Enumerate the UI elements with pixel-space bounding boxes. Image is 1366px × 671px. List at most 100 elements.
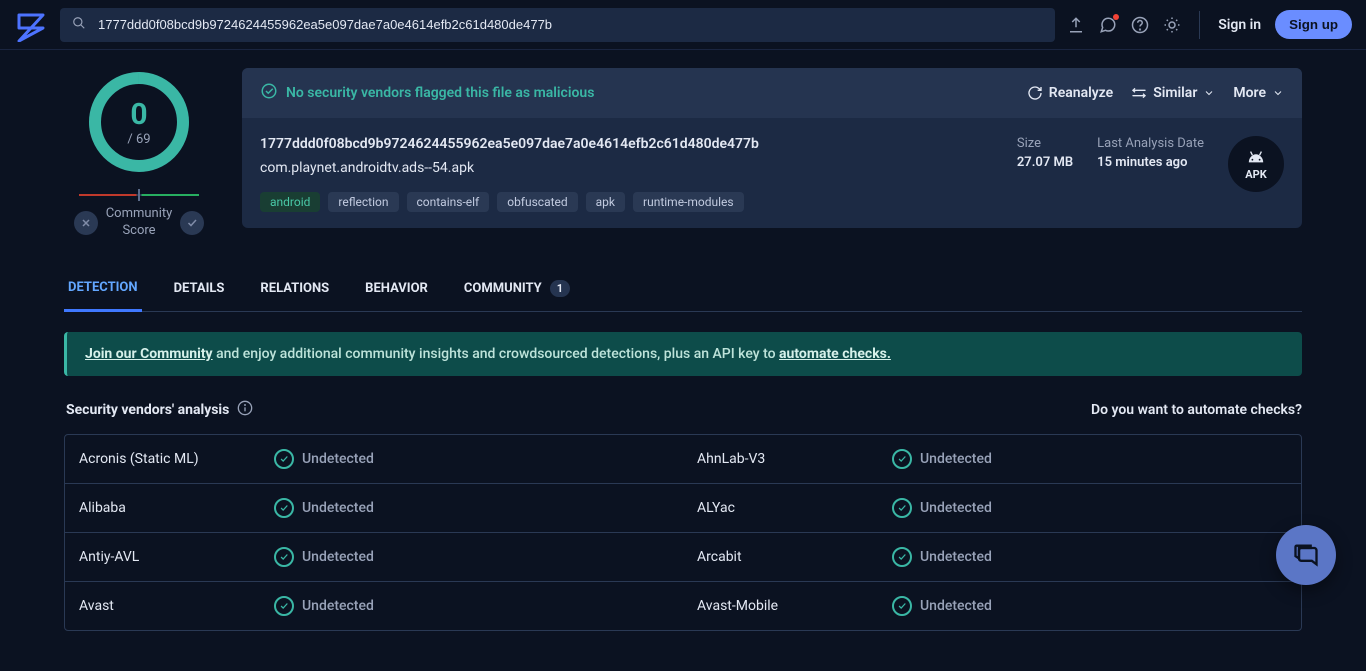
undetected-icon	[892, 498, 912, 518]
meta-last-analysis: Last Analysis Date 15 minutes ago	[1097, 136, 1204, 170]
banner-text: and enjoy additional community insights …	[213, 346, 779, 362]
tab-behavior[interactable]: BEHAVIOR	[361, 269, 432, 310]
hash-file-block: 1777ddd0f08bcd9b9724624455962ea5e097dae7…	[260, 136, 993, 212]
vendor-name: Acronis (Static ML)	[79, 451, 274, 467]
vendor-cell: Antiy-AVL Undetected	[65, 533, 683, 581]
vote-down-icon[interactable]	[74, 211, 98, 235]
search-input[interactable]	[96, 16, 1043, 33]
undetected-icon	[274, 498, 294, 518]
vendor-cell: Avast Undetected	[65, 582, 683, 630]
vote-up-icon[interactable]	[180, 211, 204, 235]
top-nav: Sign in Sign up	[0, 0, 1366, 50]
reanalyze-button[interactable]: Reanalyze	[1027, 85, 1113, 101]
join-community-link[interactable]: Join our Community	[85, 346, 213, 362]
vendor-cell: Acronis (Static ML) Undetected	[65, 435, 683, 483]
score-total: / 69	[127, 132, 150, 147]
search-bar[interactable]	[60, 8, 1055, 42]
vendor-status: Undetected	[920, 598, 1287, 614]
more-button[interactable]: More	[1233, 85, 1284, 101]
tab-detection[interactable]: DETECTION	[64, 268, 142, 312]
chat-fab[interactable]	[1276, 525, 1336, 585]
score-column: 0 / 69 Community Score	[64, 68, 214, 240]
search-icon	[72, 16, 86, 34]
vendor-name: Avast-Mobile	[697, 598, 892, 614]
meta-size: Size 27.07 MB	[1017, 136, 1073, 170]
vendor-name: Alibaba	[79, 500, 274, 516]
tag[interactable]: contains-elf	[407, 192, 490, 212]
undetected-icon	[274, 547, 294, 567]
help-icon[interactable]	[1131, 16, 1149, 34]
automate-checks-link[interactable]: automate checks.	[779, 346, 891, 362]
undetected-icon	[274, 449, 294, 469]
signin-link[interactable]: Sign in	[1218, 17, 1261, 33]
file-name: com.playnet.androidtv.ads--54.apk	[260, 160, 993, 176]
tag[interactable]: runtime-modules	[633, 192, 744, 212]
vendor-name: Antiy-AVL	[79, 549, 274, 565]
file-hash: 1777ddd0f08bcd9b9724624455962ea5e097dae7…	[260, 136, 993, 152]
undetected-icon	[274, 596, 294, 616]
shield-check-icon	[260, 82, 278, 104]
similar-button[interactable]: Similar	[1131, 85, 1215, 101]
info-icon[interactable]	[237, 400, 253, 420]
chevron-down-icon	[1203, 87, 1215, 99]
filetype-badge: APK	[1228, 136, 1284, 192]
score-ring: 0 / 69	[85, 68, 193, 176]
flag-message: No security vendors flagged this file as…	[260, 82, 594, 104]
tab-details[interactable]: DETAILS	[170, 269, 229, 310]
badge-count: 1	[550, 280, 570, 297]
vendor-cell: ALYac Undetected	[683, 484, 1301, 532]
tag[interactable]: android	[260, 192, 320, 212]
score-value: 0	[130, 97, 147, 132]
notifications-icon[interactable]	[1099, 16, 1117, 34]
tab-community[interactable]: COMMUNITY1	[460, 268, 574, 311]
vendor-row: Alibaba Undetected ALYac Undetected	[65, 483, 1301, 532]
vendor-name: Arcabit	[697, 549, 892, 565]
community-bar	[79, 194, 199, 196]
vendor-status: Undetected	[920, 451, 1287, 467]
tag[interactable]: apk	[586, 192, 625, 212]
vendor-row: Avast Undetected Avast-Mobile Undetected	[65, 581, 1301, 630]
summary-row: 0 / 69 Community Score	[64, 68, 1302, 240]
tab-relations[interactable]: RELATIONS	[256, 269, 333, 310]
automate-checks-question[interactable]: Do you want to automate checks?	[1091, 402, 1302, 418]
panel-body: 1777ddd0f08bcd9b9724624455962ea5e097dae7…	[242, 118, 1302, 228]
tag[interactable]: reflection	[328, 192, 398, 212]
vendor-status: Undetected	[302, 500, 669, 516]
android-icon	[1245, 148, 1267, 166]
vendor-table: Acronis (Static ML) Undetected AhnLab-V3 Un…	[64, 434, 1302, 631]
vendor-cell: Arcabit Undetected	[683, 533, 1301, 581]
panel-header: No security vendors flagged this file as…	[242, 68, 1302, 118]
undetected-icon	[892, 547, 912, 567]
tag[interactable]: obfuscated	[497, 192, 577, 212]
vendor-cell: Avast-Mobile Undetected	[683, 582, 1301, 630]
vendor-cell: AhnLab-V3 Undetected	[683, 435, 1301, 483]
vendor-status: Undetected	[302, 451, 669, 467]
vendor-row: Antiy-AVL Undetected Arcabit Undetected	[65, 532, 1301, 581]
summary-panel: No security vendors flagged this file as…	[242, 68, 1302, 228]
vendor-name: Avast	[79, 598, 274, 614]
notification-dot	[1113, 14, 1119, 20]
vendor-status: Undetected	[302, 549, 669, 565]
community-score-row: Community Score	[74, 206, 205, 240]
undetected-icon	[892, 449, 912, 469]
nav-icons: Sign in Sign up	[1067, 10, 1352, 39]
tabs: DETECTION DETAILS RELATIONS BEHAVIOR COMMUNI…	[64, 268, 1302, 312]
panel-actions: Reanalyze Similar More	[1027, 85, 1284, 101]
upload-icon[interactable]	[1067, 16, 1085, 34]
chevron-down-icon	[1272, 87, 1284, 99]
community-score-label: Community Score	[106, 206, 173, 240]
logo-icon[interactable]	[14, 8, 48, 42]
theme-icon[interactable]	[1163, 16, 1181, 34]
tags-row: android reflection contains-elf obfuscated a…	[260, 192, 993, 212]
vendor-name: AhnLab-V3	[697, 451, 892, 467]
signup-button[interactable]: Sign up	[1275, 10, 1352, 39]
vendor-status: Undetected	[302, 598, 669, 614]
vendor-cell: Alibaba Undetected	[65, 484, 683, 532]
section-header: Security vendors' analysis Do you want t…	[66, 400, 1302, 420]
vendor-name: ALYac	[697, 500, 892, 516]
undetected-icon	[892, 596, 912, 616]
vendor-status: Undetected	[920, 500, 1287, 516]
vendor-row: Acronis (Static ML) Undetected AhnLab-V3 Un…	[65, 435, 1301, 483]
vendor-status: Undetected	[920, 549, 1287, 565]
join-banner: Join our Community and enjoy additional …	[64, 332, 1302, 376]
